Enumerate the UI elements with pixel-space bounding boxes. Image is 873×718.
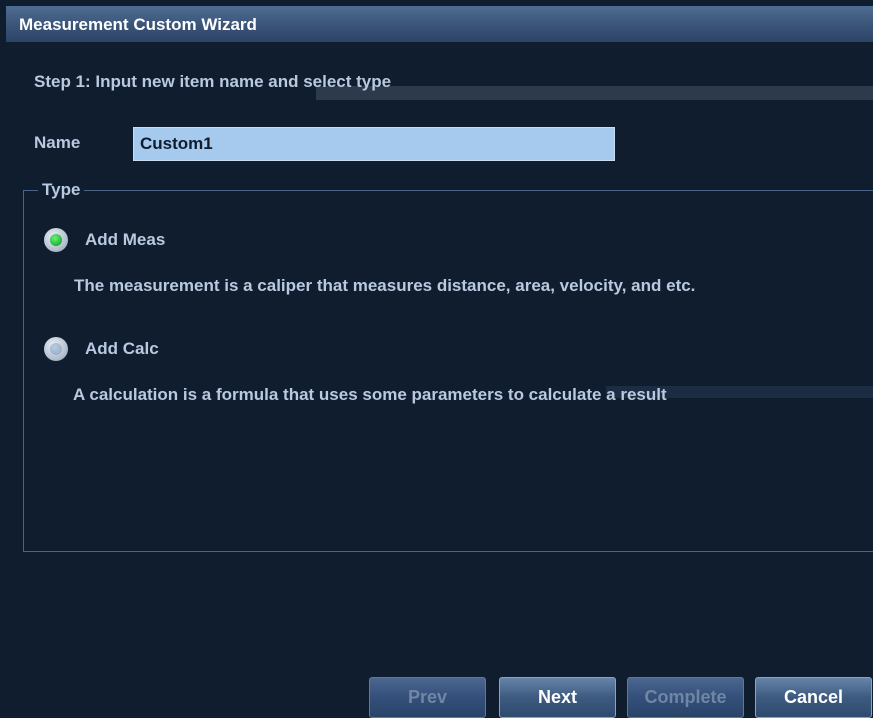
measurement-wizard-window: Measurement Custom Wizard Step 1: Input …: [6, 6, 873, 718]
type-legend: Type: [38, 180, 85, 200]
add-calc-description: A calculation is a formula that uses som…: [73, 385, 667, 404]
prev-button[interactable]: Prev: [369, 677, 486, 718]
add-calc-radio[interactable]: [44, 337, 68, 361]
name-input[interactable]: [133, 127, 615, 161]
add-calc-label[interactable]: Add Calc: [85, 339, 159, 359]
add-meas-label[interactable]: Add Meas: [85, 230, 165, 250]
cancel-button[interactable]: Cancel: [755, 677, 872, 718]
complete-button[interactable]: Complete: [627, 677, 744, 718]
radio-selected-indicator: [50, 234, 62, 246]
title-bar: Measurement Custom Wizard: [6, 6, 873, 42]
window-title: Measurement Custom Wizard: [19, 15, 257, 34]
next-button[interactable]: Next: [499, 677, 616, 718]
radio-unselected-indicator: [50, 343, 62, 355]
name-label: Name: [34, 133, 81, 152]
step-instruction: Step 1: Input new item name and select t…: [34, 72, 392, 91]
add-meas-radio[interactable]: [44, 228, 68, 252]
render-artifact: [316, 86, 873, 100]
add-meas-description: The measurement is a caliper that measur…: [74, 276, 696, 295]
